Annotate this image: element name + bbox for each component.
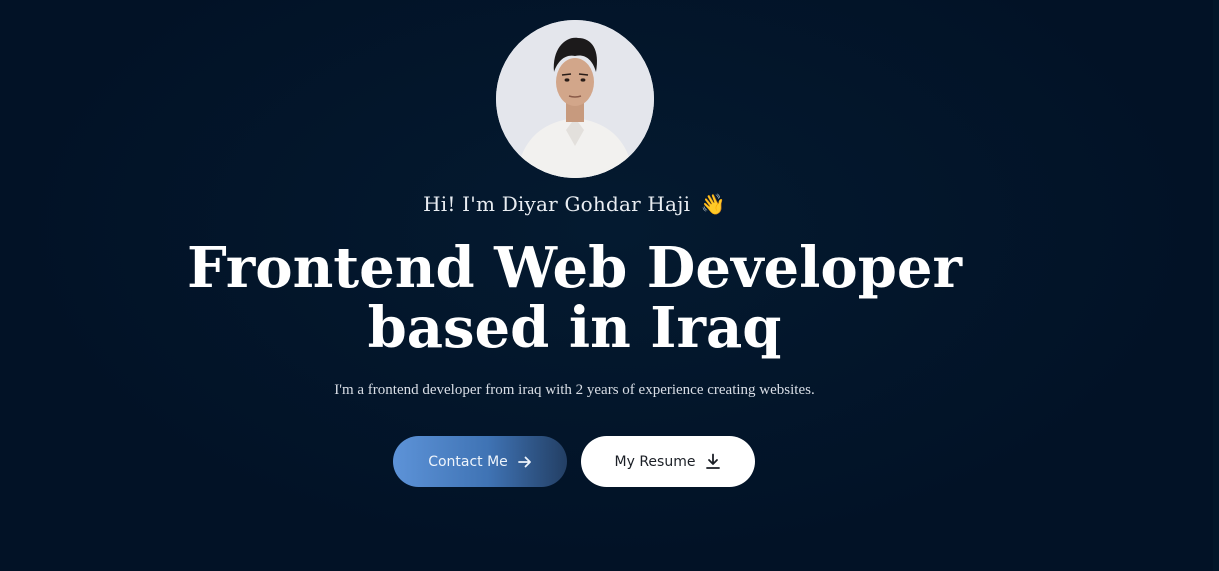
greeting: Hi! I'm Diyar Gohdar Haji 👋: [0, 192, 1149, 216]
avatar: [496, 20, 654, 178]
download-icon: [705, 453, 721, 470]
subtitle: I'm a frontend developer from iraq with …: [334, 382, 815, 398]
contact-me-label: Contact Me: [428, 453, 508, 470]
headline-line-1: Frontend Web Developer: [186, 235, 963, 301]
profile-photo: [496, 20, 654, 178]
my-resume-button[interactable]: My Resume: [581, 436, 755, 487]
contact-me-button[interactable]: Contact Me: [393, 436, 567, 487]
hero-section: Hi! I'm Diyar Gohdar Haji 👋 Frontend Web…: [0, 0, 1219, 571]
scrollbar-track[interactable]: [1213, 0, 1219, 571]
arrow-right-icon: [517, 456, 532, 468]
page-title: Frontend Web Developer based in Iraq: [0, 238, 1149, 358]
waving-hand-icon: 👋: [700, 192, 726, 216]
my-resume-label: My Resume: [614, 453, 696, 470]
headline-line-2: based in Iraq: [367, 295, 782, 361]
greeting-text: Hi! I'm Diyar Gohdar Haji: [423, 192, 691, 216]
